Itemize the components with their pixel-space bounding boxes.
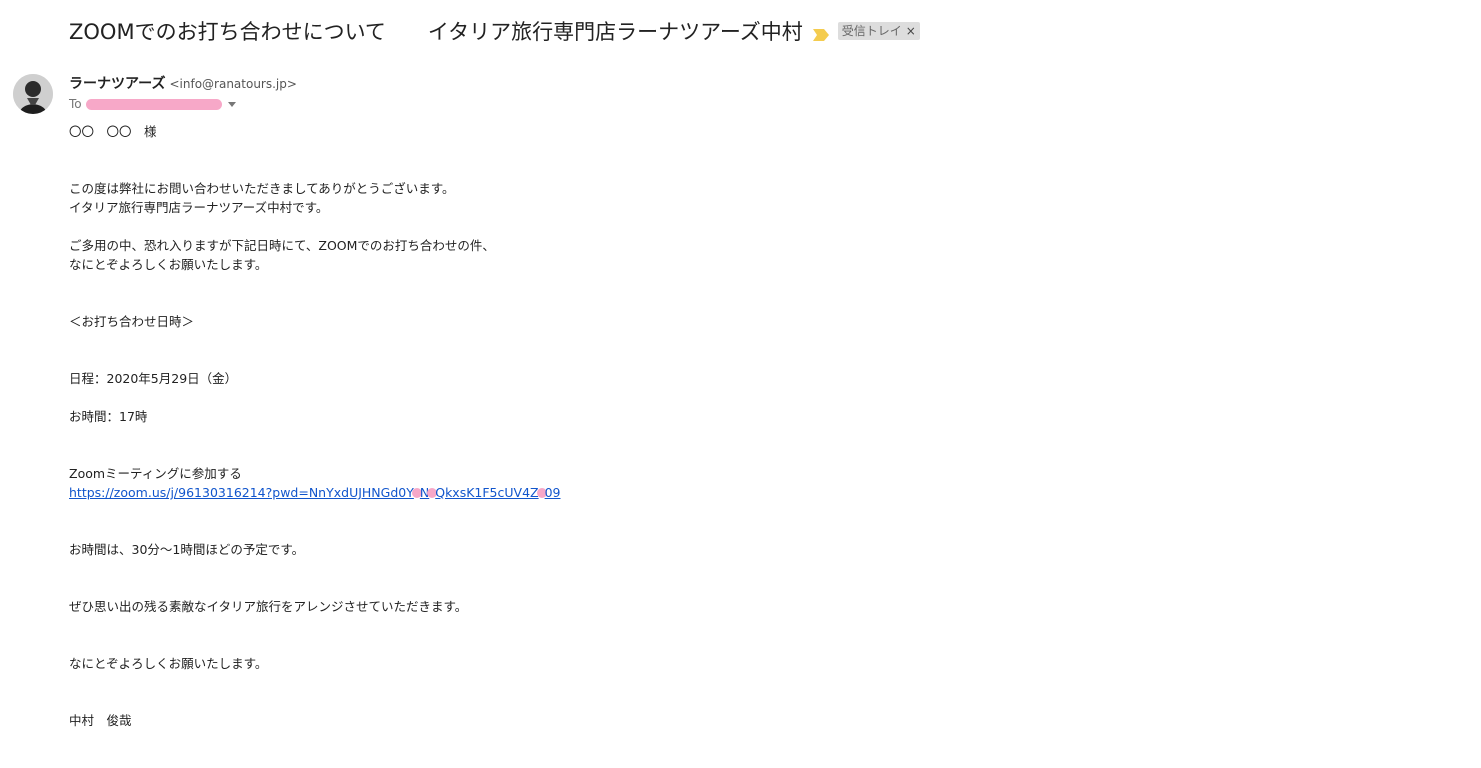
recipient-line: To <box>69 96 297 112</box>
duration-line: お時間は、30分～1時間ほどの予定です。 <box>69 542 305 557</box>
to-label: To <box>69 97 82 111</box>
email-view: ZOOMでのお打ち合わせについて イタリア旅行専門店ラーナツアーズ中村 受信トレ… <box>0 0 1481 768</box>
closing-line: ぜひ思い出の残る素敵なイタリア旅行をアレンジさせていただきます。 <box>69 599 468 614</box>
zoom-meeting-link[interactable]: https://zoom.us/j/96130316214?pwd=NnYxdU… <box>69 485 561 500</box>
greeting: 〇〇 〇〇 様 <box>69 124 157 139</box>
sender-block: ラーナツアーズ <info@ranatours.jp> To <box>69 73 297 112</box>
sender-email: <info@ranatours.jp> <box>169 77 297 91</box>
subject-row: ZOOMでのお打ち合わせについて イタリア旅行専門店ラーナツアーズ中村 受信トレ… <box>69 14 920 48</box>
remove-label-icon[interactable]: × <box>906 24 916 38</box>
show-details-icon[interactable] <box>227 101 236 107</box>
body-line: イタリア旅行専門店ラーナツアーズ中村です。 <box>69 200 329 215</box>
meeting-time: お時間：17時 <box>69 409 148 424</box>
body-line: なにとぞよろしくお願いたします。 <box>69 257 268 272</box>
meeting-date: 日程：2020年5月29日（金） <box>69 371 238 386</box>
importance-marker-icon[interactable] <box>812 26 829 41</box>
meeting-heading: ＜お打ち合わせ日時＞ <box>69 314 195 329</box>
inbox-label-text: 受信トレイ <box>841 24 902 38</box>
zoom-label: Zoomミーティングに参加する <box>69 466 242 481</box>
inbox-label-chip[interactable]: 受信トレイ × <box>837 22 920 40</box>
zoom-link-segment: QkxsK1F5cUV4Z <box>435 485 539 500</box>
regards-line: なにとぞよろしくお願いたします。 <box>69 656 268 671</box>
signature: 中村 俊哉 <box>69 713 132 728</box>
zoom-link-segment: 09 <box>544 485 561 500</box>
email-subject: ZOOMでのお打ち合わせについて イタリア旅行専門店ラーナツアーズ中村 <box>69 20 803 44</box>
sender-name[interactable]: ラーナツアーズ <box>69 73 165 93</box>
recipient-redacted <box>85 98 222 110</box>
sender-line: ラーナツアーズ <info@ranatours.jp> <box>69 73 297 93</box>
sender-avatar[interactable] <box>13 74 53 114</box>
zoom-link-segment: https://zoom.us/j/96130316214?pwd=NnYxdU… <box>69 485 414 500</box>
zoom-link-line: https://zoom.us/j/96130316214?pwd=NnYxdU… <box>69 485 561 501</box>
body-line: この度は弊社にお問い合わせいただきましてありがとうございます。 <box>69 181 455 196</box>
body-line: ご多用の中、恐れ入りますが下記日時にて、ZOOMでのお打ち合わせの件、 <box>69 238 495 253</box>
